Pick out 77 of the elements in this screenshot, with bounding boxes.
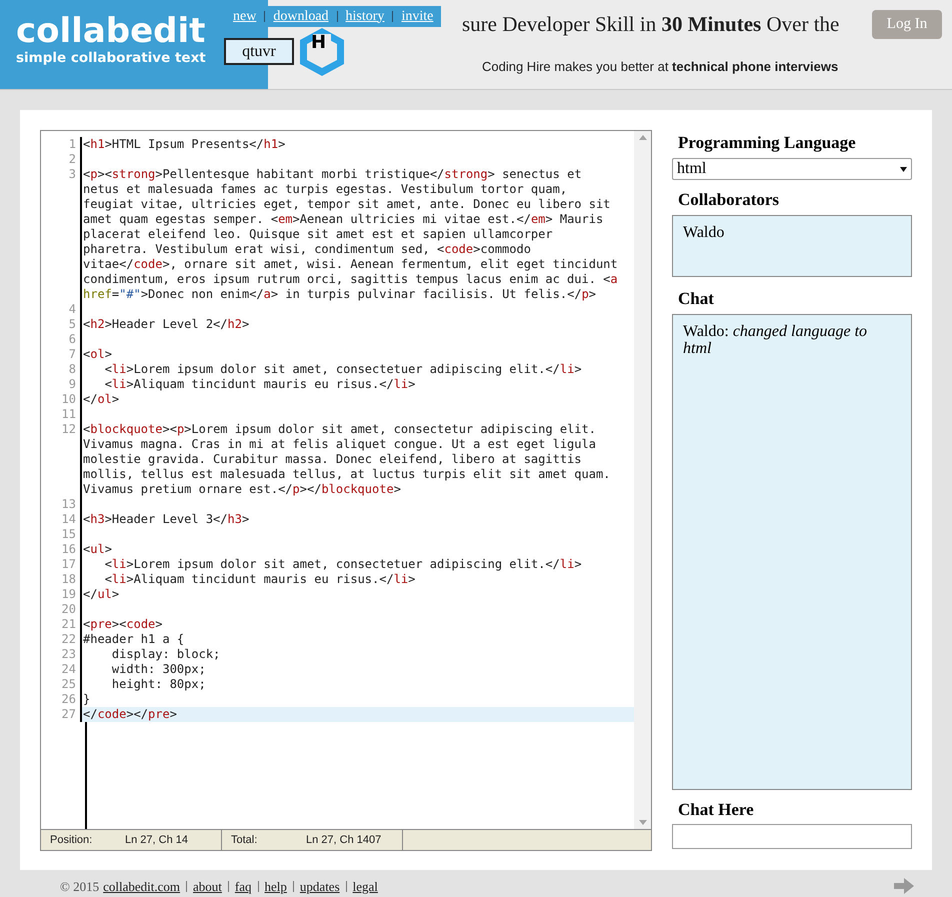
line-number: 1: [68, 137, 77, 152]
line-number: 2: [68, 152, 77, 167]
code-editor[interactable]: [40, 130, 652, 851]
line-number: 12: [60, 422, 77, 438]
line-number: 21: [60, 617, 77, 632]
line-number: 6: [68, 332, 77, 347]
line-number: 19: [60, 587, 77, 602]
code-line: <pre><code>: [82, 617, 164, 632]
line-number: 7: [68, 347, 77, 362]
logo-title: collabedit: [16, 12, 206, 50]
line-number: 9: [68, 377, 77, 392]
section-heading: Chat: [677, 289, 715, 309]
code-line: height: 80px;: [110, 677, 207, 692]
line-number: 20: [60, 602, 77, 617]
code-line: <blockquote><p>Lorem ipsum dolor sit amet, consectetur adipiscing elit. Vivamus magna. Cras in mi at felis aliquet congue. Ut a est eget ligula molestie gravida. Curabitur massa. Donec eleifend, libero at sagittis mollis, tellus est malesuada tellus, at luctus turpis elit sit amet quam. Vivamus pretium ornare est.</p></blockquote>: [82, 422, 612, 497]
code-line: <ol>: [82, 347, 113, 362]
code-line: <li>Aliquam tincidunt mauris eu risus.</li>: [104, 572, 416, 587]
code-line: <li>Aliquam tincidunt mauris eu risus.</li>: [104, 377, 416, 392]
footer-link[interactable]: faq: [234, 878, 252, 894]
scroll-down-icon[interactable]: [638, 820, 646, 825]
ad-logo-letter: H: [311, 33, 326, 53]
document-name-field[interactable]: qtuvr: [224, 38, 294, 65]
line-number: 13: [60, 497, 77, 512]
footer-link[interactable]: collabedit.com: [103, 878, 180, 894]
code-line: width: 300px;: [110, 662, 207, 677]
code-line: }: [82, 692, 92, 707]
dropdown-caret-icon: [900, 166, 907, 172]
language-select[interactable]: html: [672, 158, 912, 180]
code-line: display: block;: [110, 647, 222, 662]
section-heading: Collaborators: [677, 190, 780, 210]
line-number: 8: [68, 362, 77, 377]
line-number: 25: [60, 677, 77, 692]
line-number: 14: [60, 512, 77, 527]
code-line: <p><strong>Pellentesque habitant morbi tristique</strong> senectus et netus et malesuada fames ac turpis egestas. Vestibulum tortor quam, feugiat vitae, ultricies eget, tempor sit amet, ante. Donec eu libero sit amet quam egestas semper. <em>Aenean ultricies mi vitae est.</em> Mauris placerat eleifend leo. Quisque sit amet est et sapien ullamcorper pharetra. Vestibulum erat wisi, condimentum sed, <code>commodo vitae</code>, ornare sit amet, wisi. Aenean fermentum, elit eget tincidunt condimentum, eros ipsum rutrum orci, sagittis tempus lacus enim ac dui. <a href="#">Donec non enim</a> in turpis pulvinar facilisis. Ut felis.</p>: [82, 167, 619, 302]
line-number: 11: [60, 407, 77, 422]
line-number: 15: [60, 527, 77, 542]
arrow-right-icon[interactable]: [894, 878, 914, 894]
status-value: Ln 27, Ch 1407: [306, 832, 382, 848]
code-line: <h3>Header Level 3</h3>: [82, 512, 250, 527]
code-line: <h1>HTML Ipsum Presents</h1>: [82, 137, 286, 152]
line-number: 24: [60, 662, 77, 677]
line-number: 26: [60, 692, 77, 707]
line-number: 4: [68, 302, 77, 317]
ad-headline: sure Developer Skill in 30 Minutes Over the: [462, 12, 840, 36]
status-label: Total:: [230, 832, 258, 848]
scrollbar[interactable]: [634, 131, 651, 829]
status-label: Position:: [49, 832, 94, 848]
section-heading: Chat Here: [677, 800, 755, 820]
line-number: 23: [60, 647, 77, 662]
footer-link[interactable]: help: [264, 878, 287, 894]
code-line: </ul>: [82, 587, 120, 602]
footer-link[interactable]: updates: [300, 878, 340, 894]
line-number: 16: [60, 542, 77, 557]
code-line: <h2>Header Level 2</h2>: [82, 317, 250, 332]
logo-tagline: simple collaborative text: [16, 50, 206, 66]
line-number: 27: [60, 707, 77, 722]
chat-message: Waldo: changed language to html: [683, 323, 868, 357]
code-line: </ol>: [82, 392, 120, 407]
line-number: 10: [60, 392, 77, 407]
chat-input-field[interactable]: [672, 824, 912, 849]
line-number: 22: [60, 632, 77, 647]
line-number: 3: [68, 167, 77, 183]
line-number: 17: [60, 557, 77, 572]
status-value: Ln 27, Ch 14: [125, 832, 188, 848]
ad-subline: Coding Hire makes you better at technical phone interviews: [482, 58, 838, 76]
section-heading: Programming Language: [677, 133, 857, 153]
scroll-up-icon[interactable]: [638, 135, 646, 140]
code-line: <li>Lorem ipsum dolor sit amet, consectetuer adipiscing elit.</li>: [104, 362, 583, 377]
code-line: #header h1 a {: [82, 632, 186, 647]
line-number: 18: [60, 572, 77, 587]
footer-link[interactable]: about: [193, 878, 222, 894]
copyright-text: © 2015: [60, 878, 100, 894]
collaborator-name: Waldo: [683, 224, 724, 242]
code-line: <li>Lorem ipsum dolor sit amet, consectetuer adipiscing elit.</li>: [104, 557, 583, 572]
line-number: 5: [68, 317, 77, 332]
footer-link[interactable]: legal: [352, 878, 378, 894]
code-line: <ul>: [82, 542, 113, 557]
